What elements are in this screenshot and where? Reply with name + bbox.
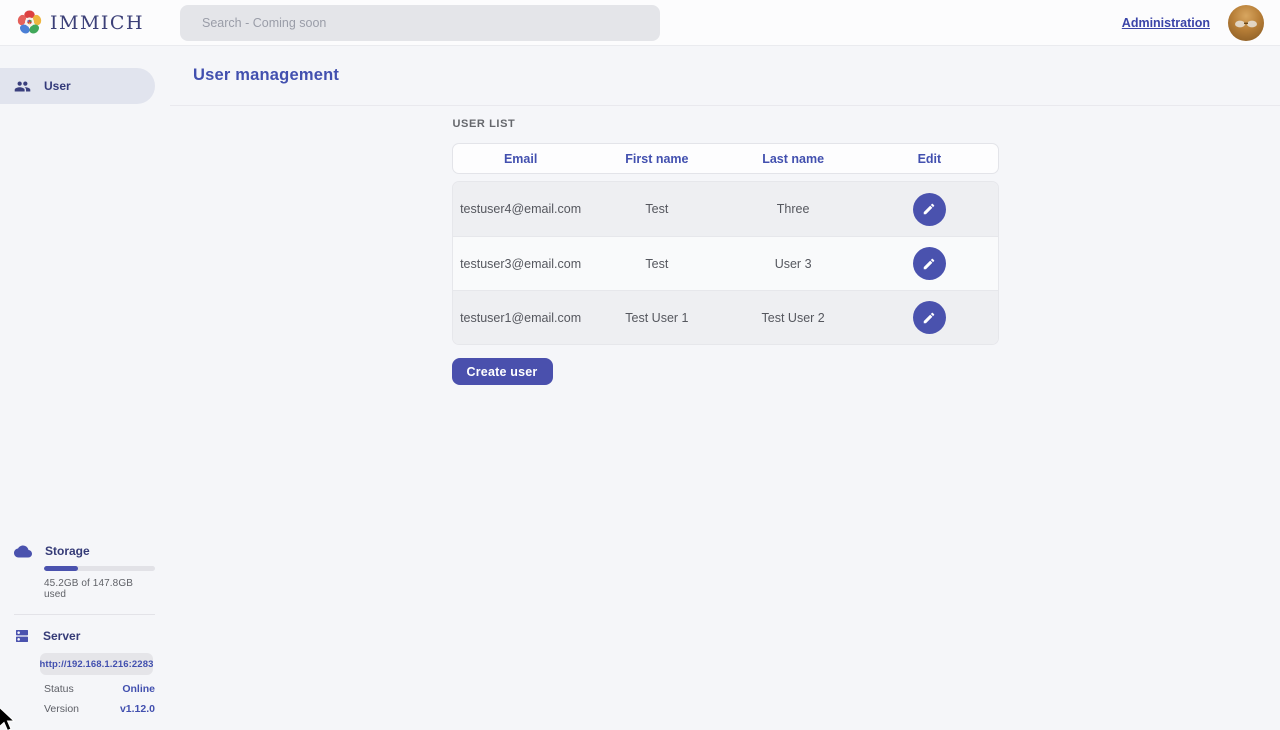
create-user-button[interactable]: Create user [452, 358, 553, 385]
storage-usage-text: 45.2GB of 147.8GB used [44, 578, 155, 600]
version-label: Version [44, 703, 79, 715]
status-label: Status [44, 683, 74, 695]
version-value: v1.12.0 [120, 703, 155, 715]
table-header-row: Email First name Last name Edit [452, 143, 999, 174]
server-url-badge: http://192.168.1.216:2283 [40, 653, 153, 675]
table-row: testuser3@email.com Test User 3 [453, 236, 998, 290]
avatar-glasses-detail [1233, 20, 1259, 28]
cell-email: testuser4@email.com [453, 202, 589, 216]
column-header-first-name: First name [589, 152, 725, 166]
cell-email: testuser1@email.com [453, 311, 589, 325]
cell-first-name: Test [589, 202, 725, 216]
brand-wordmark: IMMICH [50, 12, 144, 34]
cell-email: testuser3@email.com [453, 257, 589, 271]
table-row: testuser1@email.com Test User 1 Test Use… [453, 290, 998, 344]
people-icon [14, 78, 31, 95]
table-row: testuser4@email.com Test Three [453, 182, 998, 236]
column-header-email: Email [453, 152, 589, 166]
user-list-section: USER LIST Email First name Last name Edi… [452, 106, 999, 385]
pencil-icon [922, 202, 936, 216]
server-title: Server [43, 629, 80, 643]
status-value: Online [122, 683, 155, 695]
user-avatar[interactable] [1228, 5, 1264, 41]
search-input[interactable] [180, 5, 660, 41]
storage-progress-bar [44, 566, 155, 571]
immich-flower-logo-icon [16, 9, 43, 36]
sidebar-item-user[interactable]: User [0, 68, 155, 104]
brand[interactable]: IMMICH [0, 9, 180, 36]
server-status-row: Status Online [44, 683, 155, 695]
storage-section-header: Storage [14, 544, 155, 558]
column-header-edit: Edit [861, 152, 997, 166]
immich-admin-app: IMMICH Administration User [0, 0, 1280, 730]
top-bar: IMMICH Administration [0, 0, 1280, 46]
page-header: User management [170, 46, 1280, 106]
status-panel: Storage 45.2GB of 147.8GB used Server ht… [14, 544, 155, 715]
edit-user-button[interactable] [913, 301, 946, 334]
edit-user-button[interactable] [913, 193, 946, 226]
panel-divider [14, 614, 155, 615]
server-version-row: Version v1.12.0 [44, 703, 155, 715]
administration-link[interactable]: Administration [1122, 16, 1210, 30]
column-header-last-name: Last name [725, 152, 861, 166]
edit-user-button[interactable] [913, 247, 946, 280]
pencil-icon [922, 311, 936, 325]
server-section-header: Server [14, 628, 155, 644]
user-list-label: USER LIST [453, 118, 999, 130]
main-content: User management USER LIST Email First na… [170, 46, 1280, 730]
page-title: User management [193, 66, 339, 85]
pencil-icon [922, 257, 936, 271]
cell-last-name: User 3 [725, 257, 861, 271]
cloud-icon [14, 545, 32, 558]
cell-first-name: Test User 1 [589, 311, 725, 325]
sidebar: User Storage 45.2GB of 147.8GB used [0, 46, 170, 730]
sidebar-item-user-label: User [44, 79, 71, 93]
storage-title: Storage [45, 544, 90, 558]
cell-first-name: Test [589, 257, 725, 271]
mouse-cursor [0, 705, 17, 730]
cell-last-name: Test User 2 [725, 311, 861, 325]
cell-last-name: Three [725, 202, 861, 216]
top-bar-right: Administration [1122, 5, 1280, 41]
search-bar[interactable] [180, 5, 660, 41]
server-dns-icon [14, 628, 30, 644]
storage-progress-fill [44, 566, 78, 571]
user-table-body: testuser4@email.com Test Three [452, 181, 999, 345]
